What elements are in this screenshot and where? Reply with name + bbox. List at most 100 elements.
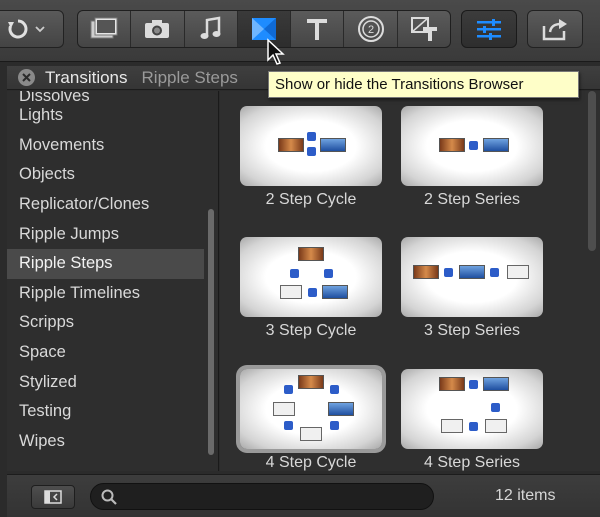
browser-title: Transitions bbox=[45, 67, 128, 87]
themes-icon bbox=[410, 17, 437, 41]
mini-arrow bbox=[290, 269, 299, 278]
transition-label: 4 Step Series bbox=[423, 454, 521, 471]
sidebar-item-ripple-timelines[interactable]: Ripple Timelines bbox=[7, 279, 218, 309]
mini-clip bbox=[298, 375, 324, 389]
transition-tile[interactable]: 2 Step Cycle bbox=[240, 106, 382, 209]
mini-blue-clip bbox=[459, 265, 485, 279]
grid-scrollbar[interactable] bbox=[588, 91, 596, 251]
mini-arrow bbox=[284, 385, 293, 394]
mini-arrow bbox=[490, 268, 499, 277]
transition-thumbnail bbox=[240, 369, 382, 449]
sidebar-item-lights[interactable]: Lights bbox=[7, 101, 218, 131]
svg-text:2: 2 bbox=[367, 24, 373, 36]
sidebar-item-space[interactable]: Space bbox=[7, 338, 218, 368]
sidebar-item-scripps[interactable]: Scripps bbox=[7, 308, 218, 338]
top-toolbar: 2 bbox=[0, 0, 600, 62]
transition-label: 3 Step Cycle bbox=[265, 322, 357, 339]
search-icon bbox=[101, 489, 117, 505]
titles-browser-button[interactable] bbox=[291, 11, 345, 47]
mini-number-clip bbox=[507, 265, 529, 279]
sidebar-item-movements[interactable]: Movements bbox=[7, 131, 218, 161]
transition-tile[interactable]: 3 Step Series bbox=[401, 237, 543, 340]
mini-number-clip bbox=[485, 419, 507, 433]
transition-tile[interactable]: 3 Step Cycle bbox=[240, 237, 382, 340]
mini-arrow bbox=[469, 380, 478, 389]
mouse-pointer-icon bbox=[267, 38, 285, 65]
sidebar-item-testing[interactable]: Testing bbox=[7, 397, 218, 427]
transition-thumbnail bbox=[401, 369, 543, 449]
sidebar-item-ripple-steps[interactable]: Ripple Steps bbox=[7, 248, 204, 279]
photos-browser-button[interactable] bbox=[131, 11, 185, 47]
transition-label: 2 Step Series bbox=[423, 191, 521, 208]
mini-arrow bbox=[469, 422, 478, 431]
mini-arrow bbox=[330, 421, 339, 430]
search-field[interactable] bbox=[90, 483, 434, 510]
transitions-grid: 2 Step Cycle 2 Step Series 3 Step Cycle bbox=[220, 91, 600, 471]
transition-thumbnail bbox=[240, 237, 382, 317]
share-icon bbox=[542, 19, 567, 41]
undo-button[interactable] bbox=[0, 10, 64, 48]
mini-clip bbox=[278, 138, 304, 152]
transition-label: 3 Step Series bbox=[423, 322, 521, 339]
transition-label: 2 Step Cycle bbox=[265, 191, 357, 208]
sliders-icon bbox=[477, 19, 501, 40]
sidebar-item-dissolves[interactable]: Dissolves bbox=[7, 91, 218, 101]
sidebar-item-replicator-clones[interactable]: Replicator/Clones bbox=[7, 190, 218, 220]
sidebar-item-stylized[interactable]: Stylized bbox=[7, 367, 218, 397]
mini-blue-clip bbox=[328, 402, 354, 416]
tooltip: Show or hide the Transitions Browser bbox=[268, 71, 579, 98]
sidebar-toggle-icon bbox=[44, 490, 62, 504]
transition-tile[interactable]: 2 Step Series bbox=[401, 106, 543, 209]
mini-number-clip bbox=[300, 427, 322, 441]
close-icon bbox=[22, 73, 31, 82]
share-button[interactable] bbox=[527, 10, 583, 48]
mini-clip bbox=[298, 247, 324, 261]
mini-blue-clip bbox=[322, 285, 348, 299]
camera-icon bbox=[145, 20, 170, 38]
browser-footer: 12 items bbox=[7, 474, 600, 517]
mini-clip bbox=[439, 138, 465, 152]
themes-browser-button[interactable] bbox=[398, 11, 450, 47]
mini-arrow bbox=[308, 288, 317, 297]
film-icon bbox=[90, 17, 118, 39]
music-note-icon bbox=[200, 16, 221, 39]
transition-thumbnail bbox=[240, 106, 382, 186]
search-input[interactable] bbox=[125, 488, 425, 505]
mini-clip bbox=[439, 377, 465, 391]
toggle-sidebar-button[interactable] bbox=[31, 485, 75, 509]
transition-tile[interactable]: 4 Step Cycle bbox=[240, 369, 382, 471]
transition-thumbnail bbox=[401, 237, 543, 317]
music-browser-button[interactable] bbox=[185, 11, 238, 47]
sidebar-item-ripple-jumps[interactable]: Ripple Jumps bbox=[7, 219, 218, 249]
mini-arrow bbox=[307, 132, 316, 141]
mini-arrow bbox=[324, 269, 333, 278]
mini-number-clip bbox=[273, 402, 295, 416]
chevron-down-icon bbox=[35, 26, 45, 33]
category-sidebar: Dissolves Lights Movements Objects Repli… bbox=[7, 91, 219, 471]
sidebar-item-wipes[interactable]: Wipes bbox=[7, 427, 218, 457]
mini-arrow bbox=[284, 421, 293, 430]
mini-clip bbox=[413, 265, 439, 279]
transition-label: 4 Step Cycle bbox=[265, 454, 357, 471]
undo-icon bbox=[8, 19, 28, 39]
browser-subtitle: Ripple Steps bbox=[141, 67, 238, 87]
mini-arrow bbox=[330, 385, 339, 394]
title-t-icon bbox=[307, 19, 328, 40]
mini-arrow bbox=[444, 268, 453, 277]
item-count: 12 items bbox=[495, 487, 556, 504]
generators-browser-button[interactable]: 2 bbox=[344, 11, 398, 47]
event-browser-button[interactable] bbox=[78, 11, 132, 47]
mini-arrow bbox=[469, 141, 478, 150]
sidebar-scrollbar[interactable] bbox=[208, 209, 214, 455]
mini-blue-clip bbox=[483, 377, 509, 391]
mini-blue-clip bbox=[320, 138, 346, 152]
transition-thumbnail bbox=[401, 106, 543, 186]
mini-arrow bbox=[307, 147, 316, 156]
mini-number-clip bbox=[441, 419, 463, 433]
mini-number-clip bbox=[280, 285, 302, 299]
sidebar-item-objects[interactable]: Objects bbox=[7, 160, 218, 190]
close-browser-button[interactable] bbox=[18, 69, 35, 86]
mini-blue-clip bbox=[483, 138, 509, 152]
transition-tile[interactable]: 4 Step Series bbox=[401, 369, 543, 471]
inspector-button[interactable] bbox=[461, 10, 517, 48]
